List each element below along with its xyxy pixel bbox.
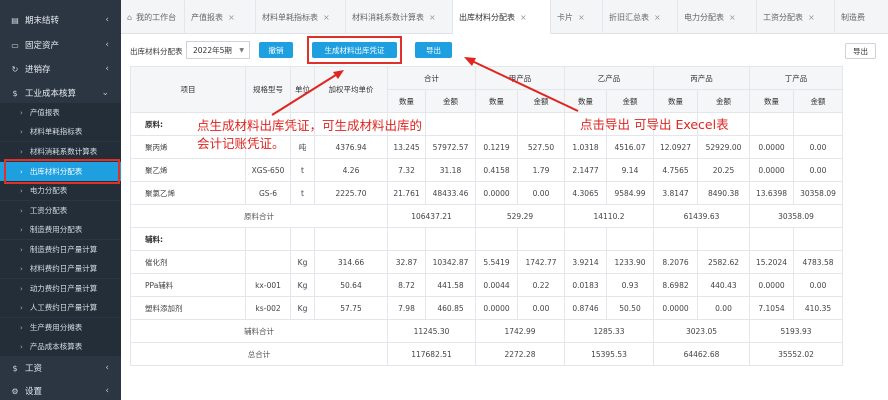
annotation-generate-line2: 会计记账凭证。 (197, 136, 285, 151)
annotation-arrowhead-generate (333, 70, 344, 79)
annotation-export: 点击导出 可导出 Execel表 (580, 117, 729, 132)
annotation-arrow-export (471, 60, 579, 112)
annotation-generate-line1: 点生成材料出库凭证，可生成材料出库的 (197, 118, 423, 133)
app-window: ▤ 期末结转 ‹ ▭ 固定资产 ‹ ↻ 进销存 ‹ $ 工业成本核算 ⌄ › 产值… (0, 0, 888, 400)
annotation-arrows (271, 57, 579, 116)
annotation-arrow-generate (271, 72, 340, 116)
annotation-arrowhead-export (464, 57, 476, 66)
